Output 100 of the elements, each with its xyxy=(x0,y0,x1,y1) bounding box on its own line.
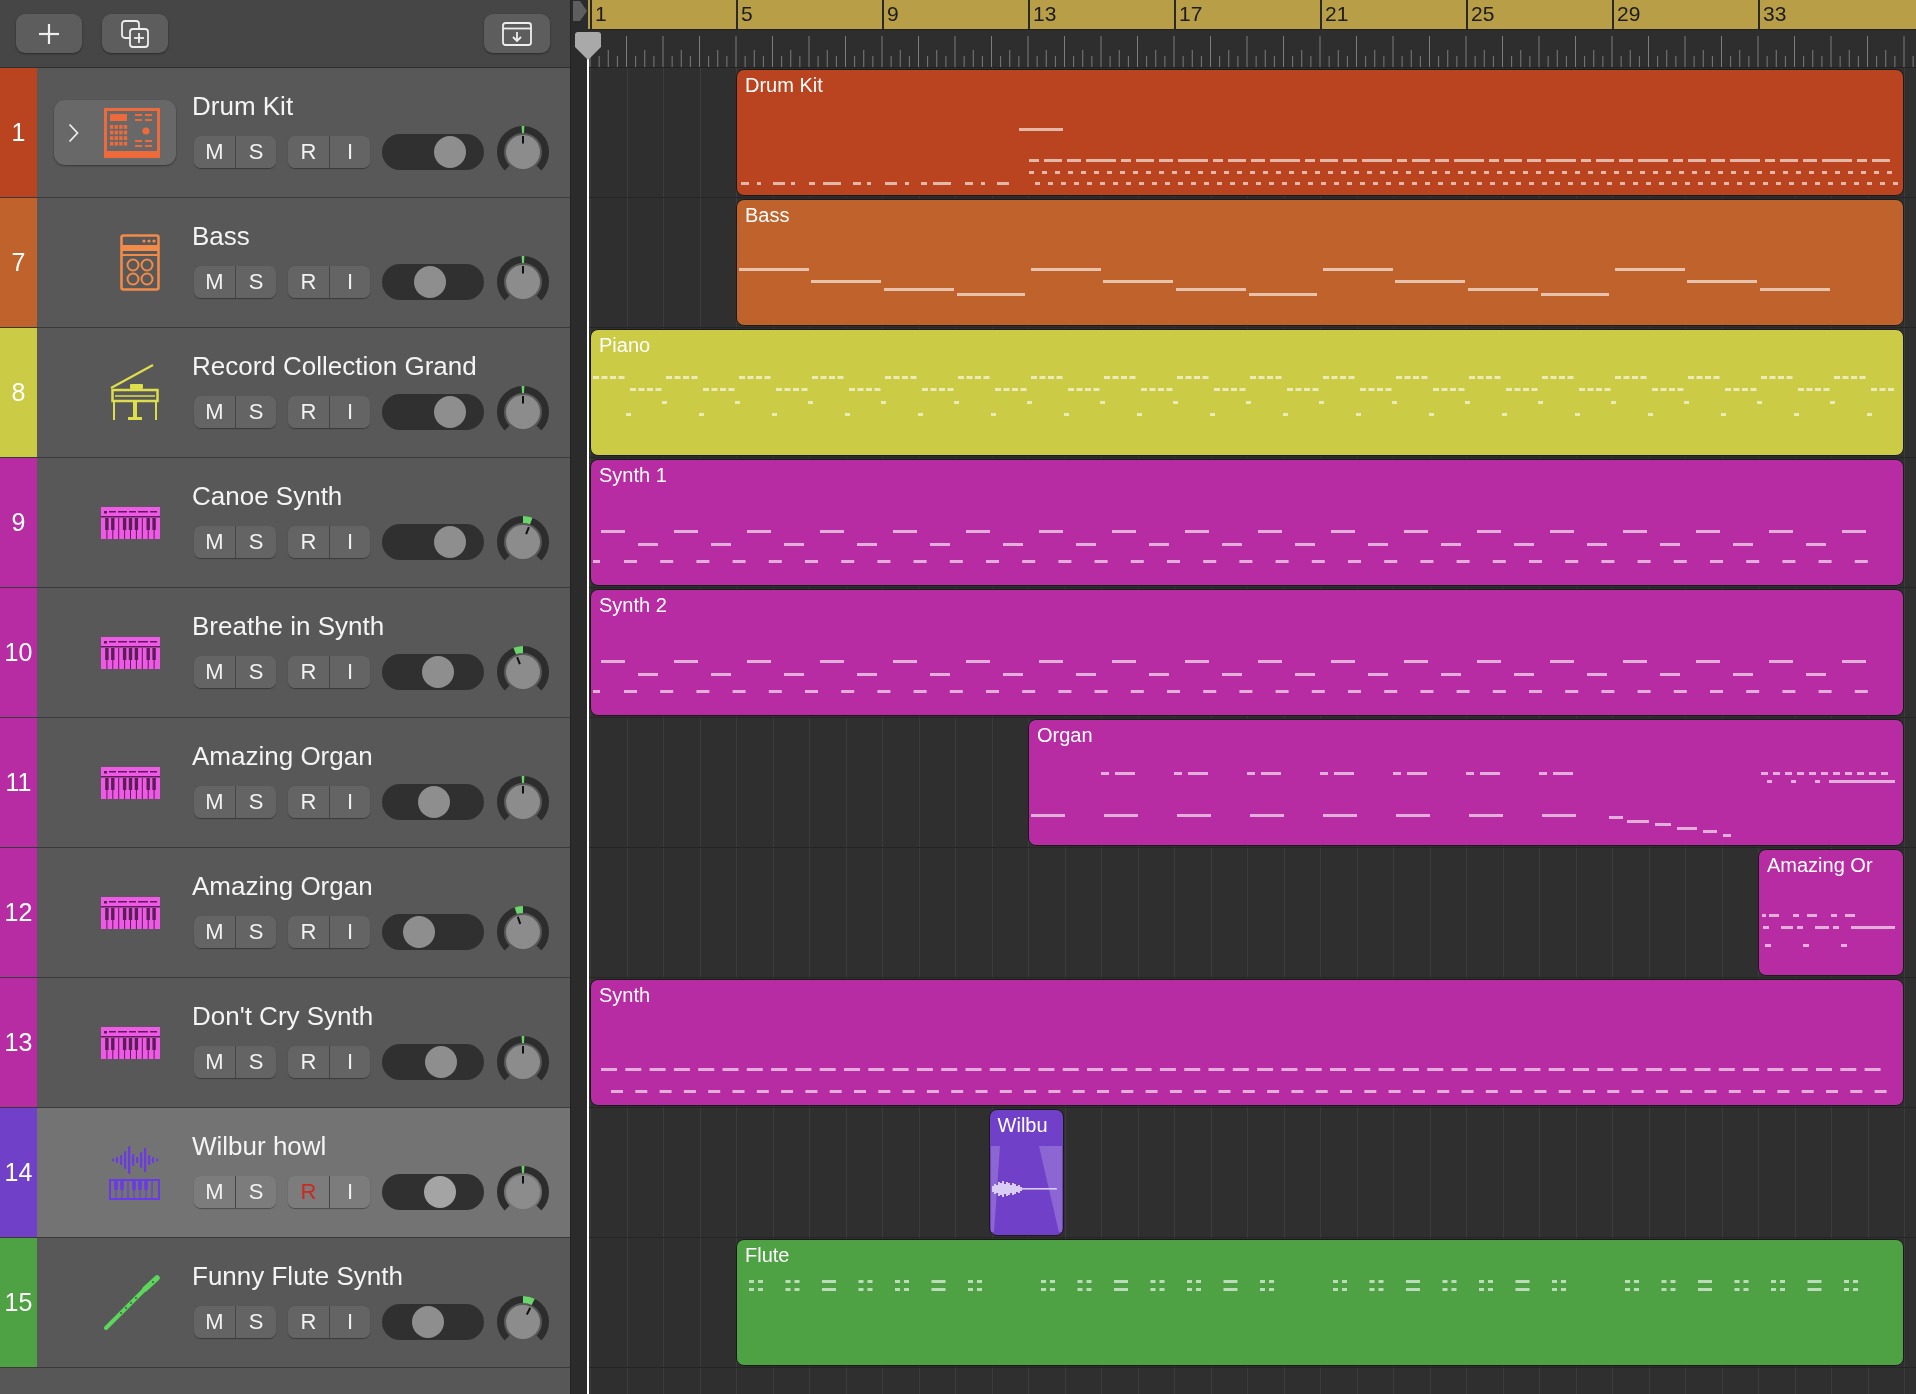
track-name: Bass xyxy=(192,221,251,251)
track-header[interactable]: 13 Don't Cry Synth M S R I xyxy=(0,978,570,1108)
volume-slider-thumb[interactable] xyxy=(424,1046,457,1078)
mute-button[interactable]: M xyxy=(194,266,235,298)
bar-ruler[interactable]: 1 5 9 13 17 21 25 29 33 xyxy=(588,0,1916,30)
knob-pointer[interactable] xyxy=(516,916,522,925)
volume-slider[interactable] xyxy=(382,914,484,950)
midi-region[interactable]: Amazing Or xyxy=(1758,849,1904,976)
track-header[interactable]: 12 Amazing Organ M S R I xyxy=(0,848,570,978)
solo-button[interactable]: S xyxy=(235,1176,276,1208)
record-button[interactable]: R xyxy=(288,1306,329,1338)
mute-button[interactable]: M xyxy=(194,1306,235,1338)
track-header[interactable]: 14 Wilbur howl M S R I xyxy=(0,1108,570,1238)
volume-slider-thumb[interactable] xyxy=(411,1306,444,1338)
volume-slider[interactable] xyxy=(382,394,484,430)
input-monitor-button[interactable]: I xyxy=(329,656,370,688)
triangle-icon[interactable] xyxy=(573,1,587,21)
chevron-icon[interactable] xyxy=(68,122,79,143)
volume-slider[interactable] xyxy=(382,1044,484,1080)
audio-region[interactable]: Wilbu xyxy=(988,1109,1065,1236)
volume-slider-thumb[interactable] xyxy=(421,656,454,688)
playhead[interactable] xyxy=(574,31,602,1394)
volume-slider-thumb[interactable] xyxy=(433,396,466,428)
track-header[interactable]: 10 Breathe in Synth M S R I xyxy=(0,588,570,718)
input-monitor-button[interactable]: I xyxy=(329,1176,370,1208)
volume-slider[interactable] xyxy=(382,1304,484,1340)
mute-button[interactable]: M xyxy=(194,396,235,428)
duplicate-track-button[interactable] xyxy=(102,14,168,53)
input-monitor-button[interactable]: I xyxy=(329,786,370,818)
volume-slider-thumb[interactable] xyxy=(403,916,436,948)
input-monitor-button[interactable]: I xyxy=(329,916,370,948)
region-name: Bass xyxy=(745,203,790,227)
region-name: Drum Kit xyxy=(745,73,823,97)
knob-pointer[interactable] xyxy=(516,656,521,665)
mute-button[interactable]: M xyxy=(194,656,235,688)
solo-button[interactable]: S xyxy=(235,1306,276,1338)
volume-slider[interactable] xyxy=(382,264,484,300)
bar-number: 5 xyxy=(741,2,753,26)
solo-button[interactable]: S xyxy=(235,1046,276,1078)
flute-icon xyxy=(103,1274,160,1331)
solo-button[interactable]: S xyxy=(235,656,276,688)
track-number: 8 xyxy=(11,376,26,408)
solo-button[interactable]: S xyxy=(235,266,276,298)
midi-region[interactable]: Flute xyxy=(736,1239,1904,1366)
volume-slider-thumb[interactable] xyxy=(424,1176,457,1208)
volume-slider[interactable] xyxy=(382,784,484,820)
volume-slider[interactable] xyxy=(382,1174,484,1210)
mute-button[interactable]: M xyxy=(194,1176,235,1208)
download-button[interactable] xyxy=(484,14,550,53)
volume-slider-thumb[interactable] xyxy=(433,136,466,168)
track-header[interactable]: 1 Drum Kit M S R I xyxy=(0,68,570,198)
record-button[interactable]: R xyxy=(288,656,329,688)
solo-button[interactable]: S xyxy=(235,786,276,818)
midi-region[interactable]: Synth xyxy=(590,979,1904,1106)
track-header[interactable]: 11 Amazing Organ M S R I xyxy=(0,718,570,848)
input-monitor-button[interactable]: I xyxy=(329,1306,370,1338)
record-button[interactable]: R xyxy=(288,266,329,298)
track-header[interactable]: 7 Bass M S R I xyxy=(0,198,570,328)
input-monitor-button[interactable]: I xyxy=(329,1046,370,1078)
record-button[interactable]: R xyxy=(288,526,329,558)
track-icon-tile[interactable] xyxy=(54,100,176,165)
record-button[interactable]: R xyxy=(288,136,329,168)
volume-slider[interactable] xyxy=(382,654,484,690)
input-monitor-button[interactable]: I xyxy=(329,526,370,558)
record-button[interactable]: R xyxy=(288,786,329,818)
midi-region[interactable]: Synth 2 xyxy=(590,589,1904,716)
knob-pointer[interactable] xyxy=(525,1307,532,1315)
input-monitor-button[interactable]: I xyxy=(329,136,370,168)
solo-button[interactable]: S xyxy=(235,526,276,558)
add-track-button[interactable] xyxy=(16,14,82,53)
solo-button[interactable]: S xyxy=(235,916,276,948)
mute-button[interactable]: M xyxy=(194,916,235,948)
volume-slider[interactable] xyxy=(382,134,484,170)
volume-slider-thumb[interactable] xyxy=(413,266,446,298)
solo-button[interactable]: S xyxy=(235,136,276,168)
input-monitor-button[interactable]: I xyxy=(329,266,370,298)
track-header[interactable]: 15 Funny Flute Synth M S R I xyxy=(0,1238,570,1368)
volume-slider-thumb[interactable] xyxy=(417,786,450,818)
knob-pointer[interactable] xyxy=(525,526,530,535)
midi-region[interactable]: Drum Kit xyxy=(736,69,1904,196)
mute-button[interactable]: M xyxy=(194,526,235,558)
track-header[interactable]: 9 Canoe Synth M S R I xyxy=(0,458,570,588)
volume-slider-thumb[interactable] xyxy=(433,526,466,558)
mute-button[interactable]: M xyxy=(194,136,235,168)
record-button[interactable]: R xyxy=(288,916,329,948)
midi-region[interactable]: Organ xyxy=(1028,719,1904,846)
track-number: 7 xyxy=(11,246,26,278)
mute-button[interactable]: M xyxy=(194,786,235,818)
bar-number: 29 xyxy=(1617,2,1641,26)
mute-button[interactable]: M xyxy=(194,1046,235,1078)
solo-button[interactable]: S xyxy=(235,396,276,428)
track-name: Canoe Synth xyxy=(192,481,344,511)
track-number: 11 xyxy=(5,766,32,798)
midi-region[interactable]: Bass xyxy=(736,199,1904,326)
record-button[interactable]: R xyxy=(288,396,329,428)
midi-region[interactable]: Synth 1 xyxy=(590,459,1904,586)
volume-slider[interactable] xyxy=(382,524,484,560)
track-header[interactable]: 8 Record Collection Grand M S R I xyxy=(0,328,570,458)
input-monitor-button[interactable]: I xyxy=(329,396,370,428)
record-button[interactable]: R xyxy=(288,1046,329,1078)
